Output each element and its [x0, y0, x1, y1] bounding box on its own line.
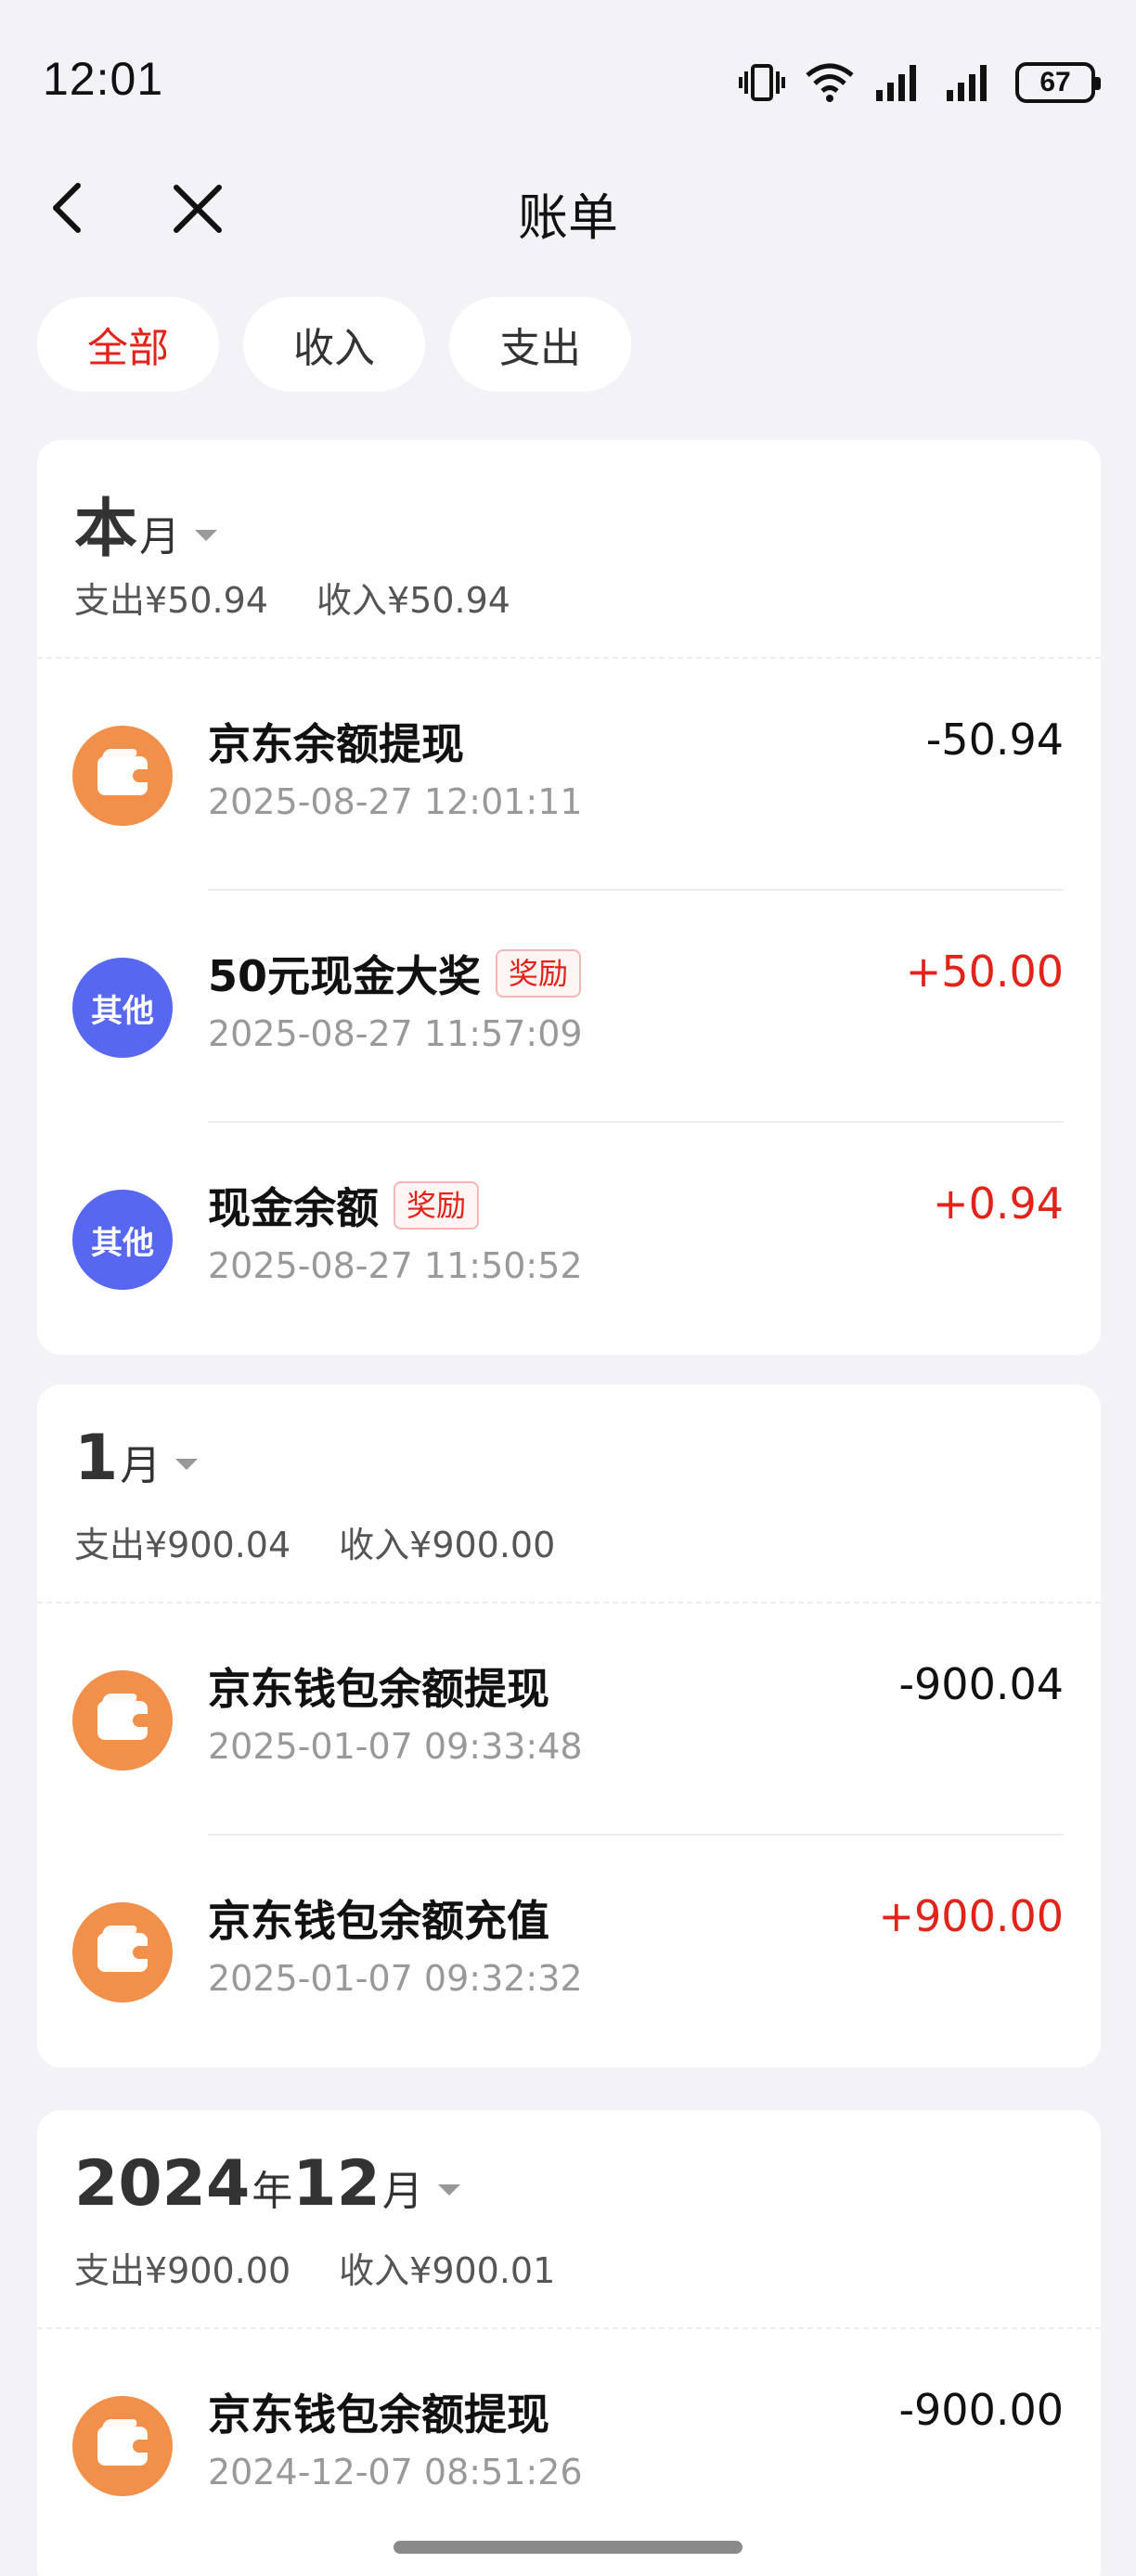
transaction-title: 现金余额 奖励: [208, 1175, 480, 1236]
transaction-amount: -50.94: [925, 715, 1064, 765]
tab-income[interactable]: 收入: [243, 297, 425, 392]
transaction-row[interactable]: 其他 现金余额 奖励 2025-08-27 11:50:52 +0.94: [37, 1123, 1101, 1355]
transaction-amount: +50.00: [905, 947, 1064, 997]
income-total: 收入¥50.94: [316, 580, 510, 621]
page-title: 账单: [518, 188, 618, 247]
transaction-amount: +0.94: [933, 1179, 1064, 1229]
other-icon: 其他: [72, 1190, 173, 1290]
transaction-time: 2025-08-27 11:57:09: [208, 1013, 583, 1054]
year-label: 2024: [74, 2147, 251, 2221]
transaction-row[interactable]: 京东钱包余额充值 2025-01-07 09:32:32 +900.00: [37, 1835, 1101, 2067]
month-unit: 月: [381, 2168, 423, 2215]
transaction-time: 2025-01-07 09:33:48: [208, 1726, 583, 1767]
caret-down-icon: [175, 1459, 199, 1470]
expense-total: 支出¥50.94: [74, 580, 268, 621]
month-section: 1 月 支出¥900.04 收入¥900.00 京东钱包余额提现 2025-01…: [37, 1385, 1101, 2067]
month-section: 本 月 支出¥50.94 收入¥50.94 京东余额提现 2025-08-27 …: [37, 440, 1101, 1355]
expense-total: 支出¥900.00: [74, 2250, 291, 2291]
home-indicator[interactable]: [394, 2541, 742, 2554]
caret-down-icon: [195, 530, 218, 541]
wallet-icon: [72, 1670, 173, 1771]
transaction-name: 京东钱包余额提现: [208, 1664, 549, 1714]
transaction-row[interactable]: 京东钱包余额提现 2025-01-07 09:33:48 -900.04: [37, 1604, 1101, 1835]
month-header: 2024 年 12 月 支出¥900.00 收入¥900.01: [37, 2110, 1101, 2329]
transaction-title: 京东钱包余额提现: [208, 1655, 549, 1717]
month-header: 1 月 支出¥900.04 收入¥900.00: [37, 1385, 1101, 1604]
transaction-amount: -900.04: [898, 1659, 1064, 1709]
transaction-title: 50元现金大奖 奖励: [208, 943, 582, 1004]
income-total: 收入¥900.00: [339, 1525, 556, 1565]
wifi-icon: [806, 63, 854, 102]
other-icon: 其他: [72, 958, 173, 1058]
income-total: 收入¥900.01: [339, 2250, 556, 2291]
tab-all[interactable]: 全部: [37, 297, 219, 392]
expense-total: 支出¥900.04: [74, 1525, 291, 1565]
reward-tag: 奖励: [394, 1181, 480, 1230]
month-summary: 支出¥900.00 收入¥900.01: [74, 2242, 555, 2293]
status-bar: 12:01 67: [0, 0, 1136, 139]
filter-tabs: 全部 收入 支出: [37, 297, 631, 392]
status-time: 12:01: [43, 53, 164, 105]
vibrate-icon: [739, 64, 785, 101]
wallet-icon: [72, 726, 173, 826]
month-unit: 月: [139, 513, 181, 560]
month-unit: 月: [120, 1442, 161, 1489]
transaction-name: 现金余额: [208, 1183, 379, 1233]
transaction-row[interactable]: 京东余额提现 2025-08-27 12:01:11 -50.94: [37, 659, 1101, 891]
transaction-name: 京东钱包余额提现: [208, 2389, 549, 2440]
wallet-icon: [72, 1902, 173, 2003]
transaction-name: 50元现金大奖: [208, 951, 482, 1001]
status-icons: 67: [739, 58, 1101, 108]
caret-down-icon: [437, 2184, 460, 2196]
reward-tag: 奖励: [496, 949, 582, 998]
month-header: 本 月 支出¥50.94 收入¥50.94: [37, 440, 1101, 659]
transaction-title: 京东钱包余额提现: [208, 2381, 549, 2442]
month-selector[interactable]: 2024 年 12 月: [74, 2147, 460, 2221]
transaction-row[interactable]: 其他 50元现金大奖 奖励 2025-08-27 11:57:09 +50.00: [37, 891, 1101, 1123]
wallet-icon: [72, 2396, 173, 2496]
nav-bar: 账单: [0, 158, 1136, 260]
transaction-time: 2025-08-27 12:01:11: [208, 781, 583, 822]
transaction-row[interactable]: 京东钱包余额提现 2024-12-07 08:51:26 -900.00: [37, 2329, 1101, 2561]
transaction-name: 京东钱包余额充值: [208, 1896, 549, 1946]
signal-icon: [947, 65, 987, 101]
transaction-amount: -900.00: [898, 2385, 1064, 2435]
transaction-time: 2025-01-07 09:32:32: [208, 1958, 583, 1999]
month-label: 1: [74, 1422, 119, 1495]
month-section: 2024 年 12 月 支出¥900.00 收入¥900.01 京东钱包余额提现…: [37, 2110, 1101, 2576]
month-selector[interactable]: 1 月: [74, 1422, 199, 1495]
transaction-title: 京东余额提现: [208, 711, 464, 772]
battery-level: 67: [1039, 67, 1071, 97]
month-label: 12: [292, 2147, 381, 2221]
transaction-title: 京东钱包余额充值: [208, 1887, 549, 1949]
month-label: 本: [74, 493, 138, 566]
month-summary: 支出¥50.94 收入¥50.94: [74, 572, 510, 623]
tab-expense[interactable]: 支出: [449, 297, 631, 392]
transaction-time: 2024-12-07 08:51:26: [208, 2452, 583, 2492]
transaction-amount: +900.00: [878, 1891, 1065, 1941]
signal-icon: [876, 65, 916, 101]
month-summary: 支出¥900.04 收入¥900.00: [74, 1516, 555, 1567]
battery-icon: 67: [1015, 62, 1101, 103]
month-selector[interactable]: 本 月: [74, 477, 218, 569]
transaction-time: 2025-08-27 11:50:52: [208, 1245, 583, 1286]
year-unit: 年: [252, 2168, 293, 2215]
transaction-name: 京东余额提现: [208, 719, 464, 769]
